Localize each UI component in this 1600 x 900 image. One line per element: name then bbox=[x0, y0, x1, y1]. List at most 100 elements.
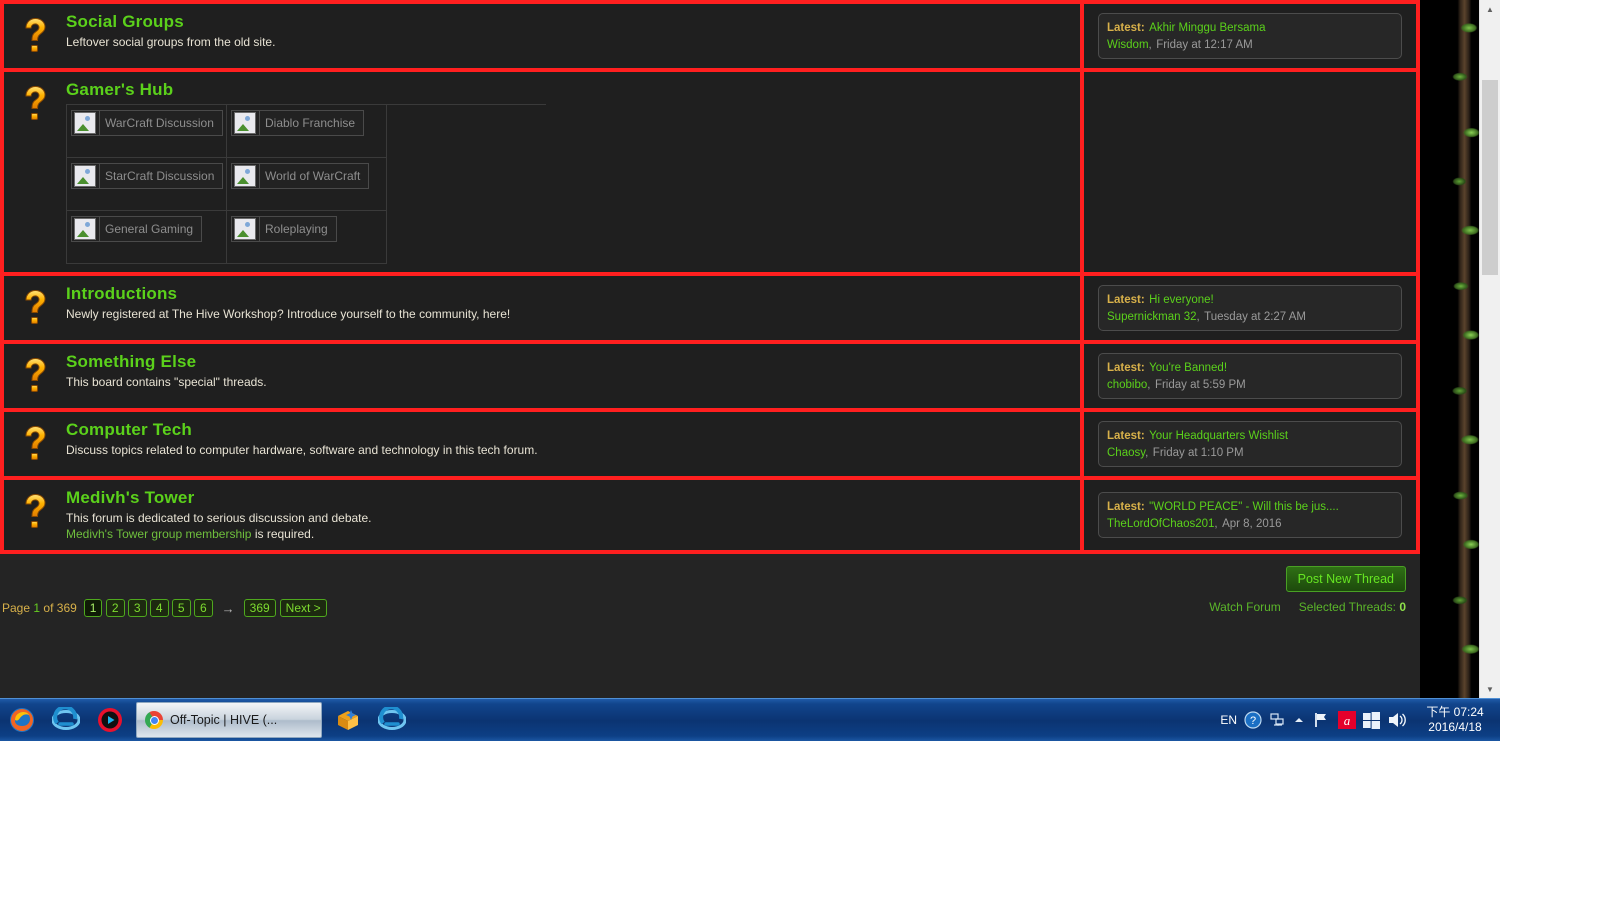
jungle-vine-background-decoration bbox=[1451, 0, 1481, 698]
question-mark-icon bbox=[25, 289, 46, 324]
subforum-link[interactable]: Roleplaying bbox=[231, 216, 337, 242]
pagination-ellipsis-arrow-icon: → bbox=[221, 600, 235, 616]
page-button[interactable]: 3 bbox=[127, 599, 147, 617]
subforum-cell: StarCraft Discussion bbox=[67, 158, 227, 211]
browser-viewport: Social Groups Leftover social groups from… bbox=[0, 0, 1500, 698]
scrollbar-up-arrow-icon[interactable]: ▲ bbox=[1480, 0, 1500, 18]
subforum-cell: General Gaming bbox=[67, 211, 227, 264]
system-tray: EN ? a 下午 07:24 2016/4/18 bbox=[1220, 705, 1500, 735]
latest-user-link[interactable]: TheLordOfChaos201 bbox=[1107, 518, 1214, 530]
show-hidden-icons-icon[interactable] bbox=[1292, 713, 1306, 727]
latest-post-box: Latest: "WORLD PEACE" - Will this be jus… bbox=[1098, 492, 1402, 538]
subforum-grid: WarCraft Discussion Diablo Franchise StarC… bbox=[66, 104, 546, 264]
volume-icon[interactable] bbox=[1387, 711, 1407, 729]
selected-threads-counter: Selected Threads: 0 bbox=[1298, 600, 1406, 614]
broken-image-icon bbox=[74, 112, 96, 134]
post-new-thread-button[interactable]: Post New Thread bbox=[1285, 566, 1406, 592]
latest-user-link[interactable]: chobibo bbox=[1107, 379, 1147, 391]
action-center-flag-icon[interactable] bbox=[1313, 712, 1331, 728]
page-button[interactable]: 5 bbox=[171, 599, 191, 617]
latest-post-box: Latest: Hi everyone! Supernickman 32, Tue… bbox=[1098, 285, 1402, 331]
forum-title-link[interactable]: Gamer's Hub bbox=[66, 80, 1070, 100]
forum-title-link[interactable]: Introductions bbox=[66, 284, 1070, 304]
latest-date: Friday at 1:10 PM bbox=[1152, 447, 1244, 459]
forum-text-block: Medivh's Tower This forum is dedicated to… bbox=[66, 488, 1080, 542]
question-mark-icon bbox=[25, 425, 46, 460]
avira-antivirus-icon[interactable]: a bbox=[1338, 711, 1356, 729]
subforum-cell: Roleplaying bbox=[227, 211, 387, 264]
forum-latest-cell: Latest: Hi everyone! Supernickman 32, Tue… bbox=[1084, 276, 1416, 340]
page-next-button[interactable]: Next > bbox=[279, 599, 327, 617]
forum-main-cell: Introductions Newly registered at The Hiv… bbox=[4, 276, 1084, 340]
latest-user-link[interactable]: Chaosy bbox=[1107, 447, 1145, 459]
subforum-link[interactable]: World of WarCraft bbox=[231, 163, 370, 189]
subforum-link[interactable]: Diablo Franchise bbox=[231, 110, 365, 136]
scrollbar-down-arrow-icon[interactable]: ▼ bbox=[1480, 680, 1500, 698]
question-mark-icon bbox=[25, 357, 46, 392]
network-icon[interactable] bbox=[1269, 712, 1285, 728]
question-mark-icon bbox=[25, 493, 46, 528]
latest-thread-link[interactable]: Hi everyone! bbox=[1149, 294, 1214, 306]
taskbar-internet-explorer-icon-2[interactable] bbox=[370, 700, 414, 740]
taskbar-active-window-chrome[interactable]: Off-Topic | HIVE (... bbox=[136, 702, 322, 738]
latest-user-link[interactable]: Supernickman 32 bbox=[1107, 311, 1197, 323]
forum-title-link[interactable]: Medivh's Tower bbox=[66, 488, 1070, 508]
forum-status-icon bbox=[4, 488, 66, 536]
latest-date: Apr 8, 2016 bbox=[1222, 518, 1282, 530]
latest-separator: , bbox=[1214, 518, 1218, 530]
watch-forum-link[interactable]: Watch Forum bbox=[1209, 600, 1281, 614]
latest-post-box: Latest: Akhir Minggu Bersama Wisdom, Frid… bbox=[1098, 13, 1402, 59]
taskbar-firefox-icon[interactable] bbox=[0, 700, 44, 740]
latest-date: Friday at 12:17 AM bbox=[1156, 39, 1253, 51]
forum-main-cell: Something Else This board contains "speci… bbox=[4, 344, 1084, 408]
subforum-link[interactable]: WarCraft Discussion bbox=[71, 110, 223, 136]
subforum-label: WarCraft Discussion bbox=[99, 111, 222, 135]
forum-latest-cell: Latest: You're Banned! chobibo, Friday at… bbox=[1084, 344, 1416, 408]
latest-date: Tuesday at 2:27 AM bbox=[1204, 311, 1307, 323]
subforum-cell: Diablo Franchise bbox=[227, 105, 387, 158]
taskbar-internet-explorer-icon[interactable] bbox=[44, 700, 88, 740]
taskbar-package-icon[interactable] bbox=[326, 700, 370, 740]
forum-row: Computer Tech Discuss topics related to c… bbox=[0, 408, 1420, 476]
latest-thread-link[interactable]: Your Headquarters Wishlist bbox=[1149, 430, 1288, 442]
latest-post-box: Latest: Your Headquarters Wishlist Chaosy… bbox=[1098, 421, 1402, 467]
clock-date: 2016/4/18 bbox=[1428, 720, 1482, 734]
page-button[interactable]: 6 bbox=[193, 599, 213, 617]
forum-title-link[interactable]: Computer Tech bbox=[66, 420, 1070, 440]
forum-bottom-bar: Post New Thread Page 1 of 369 1 2 3 4 5 … bbox=[0, 554, 1420, 646]
latest-label: Latest: bbox=[1107, 362, 1145, 374]
svg-text:?: ? bbox=[1250, 715, 1256, 727]
page-number-buttons: 1 2 3 4 5 6 bbox=[83, 599, 213, 617]
subforum-label: Roleplaying bbox=[259, 217, 336, 241]
forum-row: Social Groups Leftover social groups from… bbox=[0, 0, 1420, 68]
subforum-link[interactable]: General Gaming bbox=[71, 216, 203, 242]
latest-label: Latest: bbox=[1107, 501, 1145, 513]
page-button[interactable]: 1 bbox=[83, 599, 103, 617]
forum-status-icon bbox=[4, 80, 66, 128]
chrome-icon bbox=[145, 711, 163, 729]
scrollbar-thumb[interactable] bbox=[1482, 80, 1498, 275]
group-membership-link[interactable]: Medivh's Tower group membership bbox=[66, 527, 251, 541]
forum-page: Social Groups Leftover social groups from… bbox=[0, 0, 1420, 698]
forum-title-link[interactable]: Social Groups bbox=[66, 12, 1070, 32]
subforum-cell: World of WarCraft bbox=[227, 158, 387, 211]
latest-thread-link[interactable]: Akhir Minggu Bersama bbox=[1149, 22, 1265, 34]
subforum-link[interactable]: StarCraft Discussion bbox=[71, 163, 224, 189]
latest-thread-link[interactable]: "WORLD PEACE" - Will this be jus.... bbox=[1149, 501, 1339, 513]
taskbar-media-player-icon[interactable] bbox=[88, 700, 132, 740]
latest-label: Latest: bbox=[1107, 430, 1145, 442]
latest-thread-link[interactable]: You're Banned! bbox=[1149, 362, 1227, 374]
forum-footer-links: Watch Forum Selected Threads: 0 bbox=[1209, 600, 1406, 614]
page-last-button[interactable]: 369 bbox=[243, 599, 276, 617]
latest-user-link[interactable]: Wisdom bbox=[1107, 39, 1149, 51]
windows-taskbar: Off-Topic | HIVE (... EN ? a 下午 07:24 20… bbox=[0, 698, 1500, 741]
help-icon[interactable]: ? bbox=[1244, 711, 1262, 729]
tray-language-indicator[interactable]: EN bbox=[1220, 713, 1237, 727]
taskbar-clock[interactable]: 下午 07:24 2016/4/18 bbox=[1414, 705, 1492, 735]
page-button[interactable]: 4 bbox=[149, 599, 169, 617]
page-button[interactable]: 2 bbox=[105, 599, 125, 617]
windows-icon[interactable] bbox=[1363, 711, 1380, 729]
page-scrollbar[interactable]: ▲ ▼ bbox=[1479, 0, 1500, 698]
forum-title-link[interactable]: Something Else bbox=[66, 352, 1070, 372]
subforum-label: StarCraft Discussion bbox=[99, 164, 222, 188]
